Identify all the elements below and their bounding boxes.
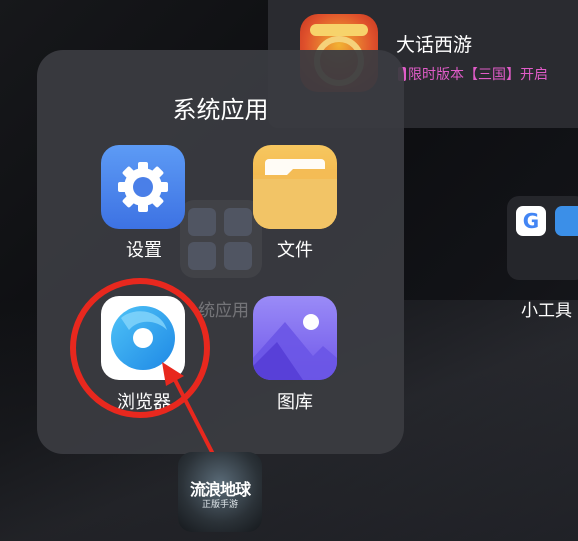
annotation-arrow [162,362,216,457]
liulangdiqiu-game-icon[interactable]: 流浪地球 正版手游 [178,452,262,532]
game-icon-subtitle: 正版手游 [201,500,238,510]
